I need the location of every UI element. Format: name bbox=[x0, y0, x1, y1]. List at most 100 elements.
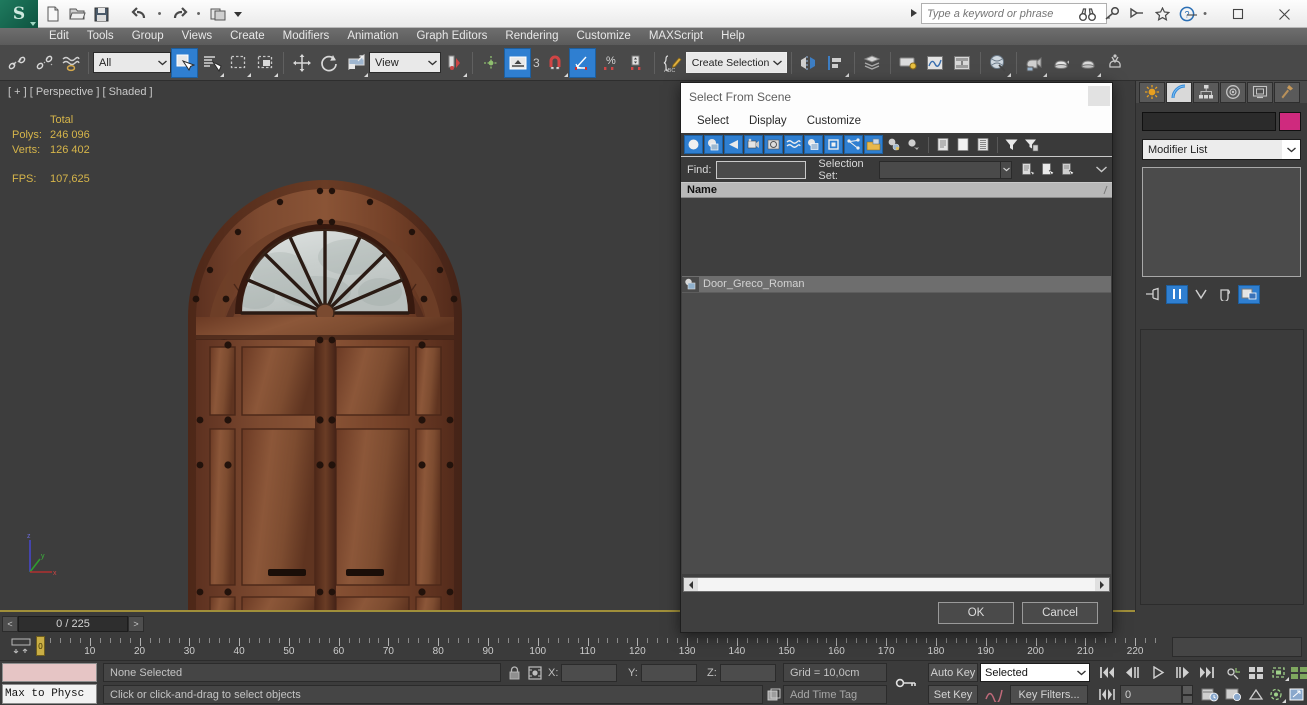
snap-2d-icon[interactable] bbox=[542, 48, 569, 78]
go-to-start-icon[interactable] bbox=[1096, 663, 1118, 682]
transform-type-in-icon[interactable] bbox=[526, 664, 544, 682]
timeline-ruler[interactable]: 10 20 30 40 50 60 70 80 90 100 110 120 130 140 150 160 1… bbox=[40, 634, 1160, 660]
select-rotate-icon[interactable] bbox=[315, 48, 342, 78]
ribbon-toggle-icon[interactable] bbox=[895, 48, 922, 78]
pan-hand-icon[interactable] bbox=[1222, 685, 1244, 704]
dialog-menu-select[interactable]: Select bbox=[687, 110, 739, 133]
next-key-button[interactable]: > bbox=[128, 616, 144, 632]
rectangular-region-icon[interactable] bbox=[225, 48, 252, 78]
new-file-icon[interactable] bbox=[42, 3, 64, 25]
display-groups-icon[interactable] bbox=[804, 135, 823, 154]
selection-lock-icon[interactable] bbox=[505, 664, 523, 682]
select-link-icon[interactable] bbox=[3, 48, 30, 78]
scene-object-list[interactable]: Door_Greco_Roman bbox=[682, 276, 1111, 574]
collapse-list-icon[interactable] bbox=[973, 135, 992, 154]
dialog-close-button[interactable] bbox=[1088, 86, 1110, 106]
set-key-button[interactable]: Set Key bbox=[928, 685, 978, 704]
go-to-end-icon[interactable] bbox=[1196, 663, 1218, 682]
menu-item-customize[interactable]: Customize bbox=[567, 28, 639, 45]
layer-manager-icon[interactable] bbox=[859, 48, 886, 78]
previous-frame-icon[interactable] bbox=[1122, 663, 1144, 682]
menu-item-tools[interactable]: Tools bbox=[78, 28, 123, 45]
cancel-button[interactable]: Cancel bbox=[1022, 602, 1098, 624]
prev-key-button[interactable]: < bbox=[2, 616, 18, 632]
render-setup-icon[interactable] bbox=[1021, 48, 1048, 78]
edit-named-selection-icon[interactable]: ABC bbox=[659, 48, 686, 78]
undo-dropdown-icon[interactable]: • bbox=[153, 3, 166, 25]
door-model-object[interactable] bbox=[180, 177, 470, 610]
remove-from-set-icon[interactable] bbox=[1058, 160, 1077, 179]
field-of-view-icon[interactable] bbox=[1245, 685, 1267, 704]
zoom-region-icon[interactable] bbox=[1245, 663, 1267, 682]
menu-item-group[interactable]: Group bbox=[123, 28, 173, 45]
list-item[interactable]: Door_Greco_Roman bbox=[682, 276, 1111, 293]
hierarchy-tab[interactable] bbox=[1193, 81, 1219, 103]
key-icon[interactable] bbox=[1103, 4, 1121, 24]
zoom-extents-icon[interactable] bbox=[1268, 663, 1290, 682]
display-bones-icon[interactable] bbox=[844, 135, 863, 154]
display-helpers-icon[interactable] bbox=[764, 135, 783, 154]
close-button[interactable] bbox=[1261, 0, 1307, 28]
menu-item-help[interactable]: Help bbox=[712, 28, 754, 45]
display-space-warps-icon[interactable] bbox=[784, 135, 803, 154]
zoom-extents-all-icon[interactable] bbox=[1288, 663, 1307, 682]
blank-page-icon[interactable] bbox=[953, 135, 972, 154]
menu-item-modifiers[interactable]: Modifiers bbox=[274, 28, 339, 45]
menu-item-create[interactable]: Create bbox=[221, 28, 274, 45]
display-lights-icon[interactable] bbox=[724, 135, 743, 154]
orbit-icon[interactable] bbox=[1265, 685, 1287, 704]
material-editor-icon[interactable] bbox=[985, 48, 1012, 78]
pin-stack-icon[interactable] bbox=[1142, 285, 1164, 304]
dialog-horizontal-scrollbar[interactable] bbox=[683, 577, 1110, 592]
schematic-view-icon[interactable] bbox=[949, 48, 976, 78]
set-key-mode-icon[interactable] bbox=[893, 663, 919, 703]
modify-tab[interactable] bbox=[1166, 81, 1192, 103]
remove-modifier-icon[interactable] bbox=[1214, 285, 1236, 304]
search-expand-icon[interactable] bbox=[911, 9, 917, 17]
menu-item-edit[interactable]: Edit bbox=[40, 28, 78, 45]
reference-coord-combo[interactable]: View bbox=[369, 52, 441, 73]
render-production-icon[interactable] bbox=[1075, 48, 1102, 78]
object-name-field[interactable] bbox=[1142, 112, 1276, 131]
menu-item-animation[interactable]: Animation bbox=[338, 28, 407, 45]
key-filters-button[interactable]: Key Filters... bbox=[1010, 685, 1088, 704]
add-time-tag-button[interactable]: Add Time Tag bbox=[783, 685, 887, 704]
save-file-icon[interactable] bbox=[90, 3, 112, 25]
find-input[interactable] bbox=[716, 160, 807, 179]
redo-dropdown-icon[interactable]: • bbox=[192, 3, 205, 25]
configure-modifier-sets-icon[interactable] bbox=[1238, 284, 1260, 304]
menu-item-rendering[interactable]: Rendering bbox=[496, 28, 567, 45]
mirror-icon[interactable] bbox=[796, 48, 823, 78]
dialog-column-header[interactable]: Name bbox=[681, 183, 1112, 198]
display-geometry-icon[interactable] bbox=[684, 135, 703, 154]
display-none-icon[interactable] bbox=[904, 135, 923, 154]
scroll-track[interactable] bbox=[698, 578, 1095, 591]
select-scale-icon[interactable] bbox=[342, 48, 369, 78]
open-mini-curve-editor-icon[interactable] bbox=[10, 637, 32, 655]
auto-key-button[interactable]: Auto Key bbox=[928, 663, 978, 682]
create-tab[interactable] bbox=[1139, 81, 1165, 103]
display-all-icon[interactable] bbox=[884, 135, 903, 154]
project-folder-icon[interactable] bbox=[207, 3, 229, 25]
scroll-left-icon[interactable] bbox=[684, 578, 698, 591]
display-containers-icon[interactable] bbox=[864, 135, 883, 154]
ok-button[interactable]: OK bbox=[938, 602, 1014, 624]
time-configuration-icon[interactable] bbox=[1199, 685, 1221, 704]
dialog-menu-customize[interactable]: Customize bbox=[797, 110, 871, 133]
time-tag-icon[interactable] bbox=[765, 685, 783, 704]
key-filters-curve-icon[interactable] bbox=[983, 685, 1005, 704]
advanced-filter-icon[interactable] bbox=[1022, 135, 1041, 154]
motion-tab[interactable] bbox=[1220, 81, 1246, 103]
pan-view-icon[interactable] bbox=[1222, 663, 1244, 682]
viewport-label[interactable]: [ + ] [ Perspective ] [ Shaded ] bbox=[8, 86, 153, 98]
use-pivot-center-icon[interactable] bbox=[441, 48, 468, 78]
select-from-scene-dialog[interactable]: Select From Scene Select Display Customi… bbox=[680, 82, 1113, 633]
curve-editor-icon[interactable] bbox=[922, 48, 949, 78]
maxscript-mini-listener[interactable] bbox=[2, 663, 97, 682]
create-selection-set-icon[interactable] bbox=[1018, 160, 1037, 179]
frame-spinner[interactable] bbox=[1182, 685, 1193, 704]
dialog-options-caret-icon[interactable] bbox=[1092, 160, 1111, 179]
rendered-frame-window-icon[interactable] bbox=[1048, 48, 1075, 78]
named-selection-set-combo[interactable]: Create Selection Se bbox=[685, 52, 787, 73]
snaps-toggle-icon[interactable] bbox=[504, 47, 531, 78]
